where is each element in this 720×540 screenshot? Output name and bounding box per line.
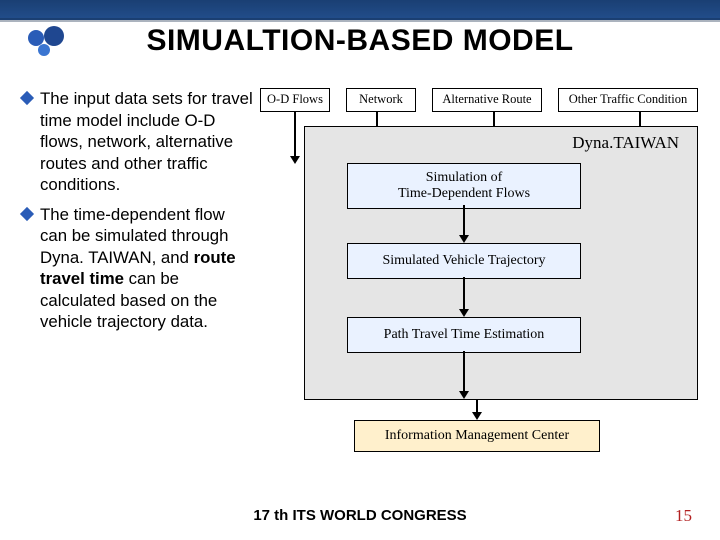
diagram-input-box: Other Traffic Condition — [558, 88, 698, 112]
footer-text: 17 th ITS WORLD CONGRESS — [0, 507, 720, 524]
page-title: SIMUALTION-BASED MODEL — [0, 24, 720, 58]
diagram-step-box: Simulation ofTime-Dependent Flows — [347, 163, 581, 209]
diagram-input-box: O-D Flows — [260, 88, 330, 112]
diagram-inputs-row: O-D Flows Network Alternative Route Othe… — [260, 88, 698, 112]
diagram-output-box: Information Management Center — [354, 420, 600, 452]
header-band — [0, 0, 720, 20]
diagram-step-box: Path Travel Time Estimation — [347, 317, 581, 353]
bullet-icon — [20, 206, 34, 220]
diagram-group-label: Dyna.TAIWAN — [572, 133, 679, 153]
diagram-input-box: Alternative Route — [432, 88, 542, 112]
bullet-text: The input data sets for travel time mode… — [40, 88, 254, 196]
diagram-step-box: Simulated Vehicle Trajectory — [347, 243, 581, 279]
bullet-text: The time-dependent flow can be simulated… — [40, 204, 254, 333]
diagram-input-box: Network — [346, 88, 416, 112]
page-number: 15 — [675, 506, 692, 526]
header-shadow — [0, 18, 720, 22]
flow-diagram: O-D Flows Network Alternative Route Othe… — [260, 88, 698, 470]
content-area: The input data sets for travel time mode… — [22, 88, 698, 470]
slide: { "title": "SIMUALTION-BASED MODEL", "bu… — [0, 0, 720, 540]
list-item: The time-dependent flow can be simulated… — [22, 204, 254, 333]
list-item: The input data sets for travel time mode… — [22, 88, 254, 196]
bullet-list: The input data sets for travel time mode… — [22, 88, 260, 470]
diagram-group: Dyna.TAIWAN Simulation ofTime-Dependent … — [304, 126, 698, 400]
bullet-icon — [20, 91, 34, 105]
